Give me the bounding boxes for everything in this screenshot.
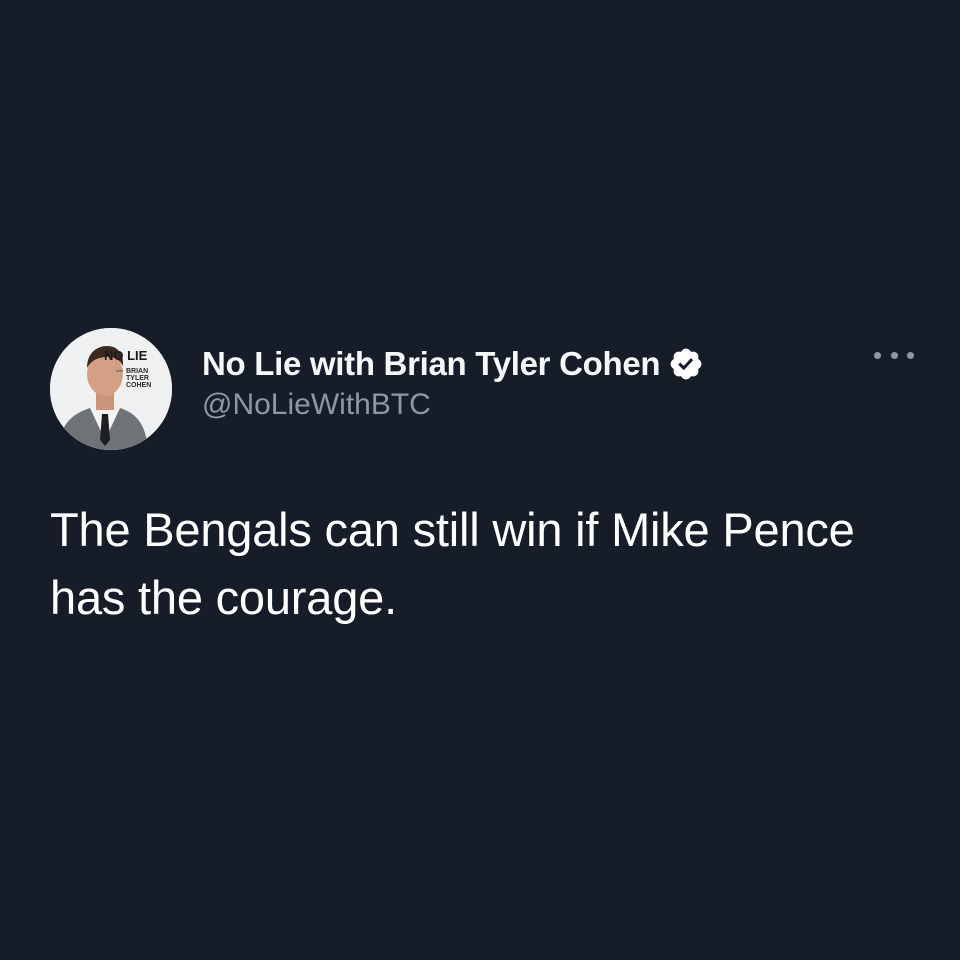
- more-dot: [907, 351, 914, 359]
- tweet-text: The Bengals can still win if Mike Pence …: [50, 503, 855, 624]
- avatar-logo-brian: BRIAN: [126, 368, 148, 375]
- verified-badge-icon: [668, 346, 704, 382]
- display-name-row: No Lie with Brian Tyler Cohen: [202, 342, 704, 386]
- avatar-logo-title: NO LIE: [104, 348, 148, 363]
- avatar-logo-cohen: COHEN: [126, 382, 151, 389]
- more-options-icon[interactable]: [874, 344, 914, 366]
- author-handle[interactable]: @NoLieWithBTC: [202, 388, 704, 422]
- author-identity[interactable]: No Lie with Brian Tyler Cohen @NoLieWith…: [202, 342, 704, 422]
- avatar-logo-tyler: TYLER: [126, 375, 149, 382]
- avatar-logo-with: with: [116, 368, 123, 373]
- more-dot: [890, 351, 898, 359]
- more-dot: [874, 351, 881, 359]
- tweet-screenshot: NO LIE with BRIAN TYLER COHEN No Lie wit…: [0, 0, 960, 960]
- avatar-image: NO LIE with BRIAN TYLER COHEN: [50, 328, 172, 450]
- author-display-name[interactable]: No Lie with Brian Tyler Cohen: [202, 345, 661, 383]
- author-avatar[interactable]: NO LIE with BRIAN TYLER COHEN: [50, 328, 172, 450]
